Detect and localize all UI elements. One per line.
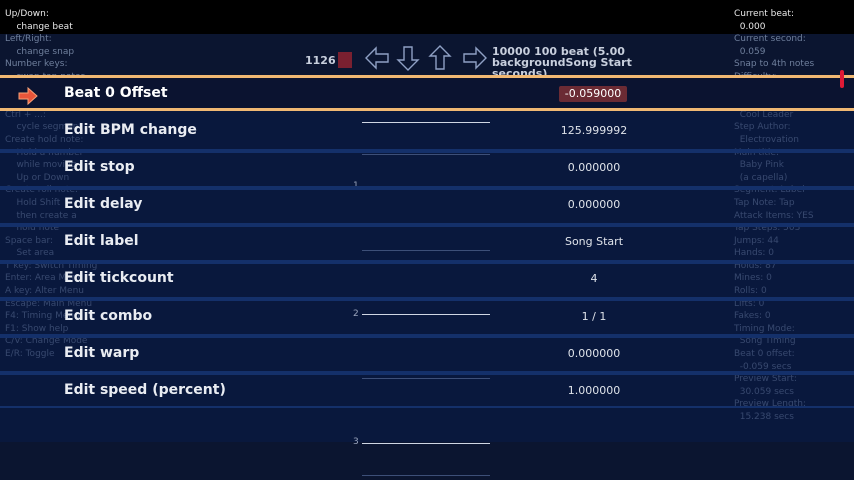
top-bar [0,0,854,34]
help-right-line: 0.000 [734,21,766,32]
menu-row-edit-stop[interactable]: Edit stop 0.000000 [0,149,854,186]
help-left-line: change snap [5,46,75,57]
help-right-line: Current second: [734,34,806,45]
menu-row-label: Edit stop [64,159,135,175]
help-left-line: Left/Right: [5,34,52,45]
menu-row-value: 4 [590,272,598,285]
menu-row-value: -0.059000 [564,87,622,100]
help-left-line: Number keys: [5,59,68,70]
left-arrow-icon [365,46,389,70]
menu-row-edit-delay[interactable]: Edit delay 0.000000 [0,186,854,223]
menu-row-value: 0.000000 [567,161,621,174]
menu-row-edit-speed-percent[interactable]: Edit speed (percent) 1.000000 [0,372,854,409]
menu-row-value: 0.000000 [567,347,621,360]
help-right-line: Current beat: [734,9,794,19]
beat-line [362,475,490,476]
menu-row-label: Edit combo [64,308,153,324]
menu-row-value: 125.999992 [560,124,628,137]
menu-row-label: Edit label [64,233,139,249]
beat-line [362,443,490,444]
menu-row-value-highlight: -0.059000 [559,86,627,102]
menu-row-value: Song Start [564,235,624,248]
down-arrow-icon [396,46,420,71]
help-right-line: Snap to 4th notes [734,59,815,70]
menu-row-edit-label[interactable]: Edit label Song Start [0,223,854,260]
menu-row-value: 1.000000 [567,384,621,397]
help-left-line: change beat [5,21,73,32]
measure-number: 1126 [305,54,336,67]
up-arrow-icon [428,45,452,70]
menu-row-label: Beat 0 Offset [64,85,168,101]
menu-row-edit-bpm-change[interactable]: Edit BPM change 125.999992 [0,112,854,149]
menu-row-edit-warp[interactable]: Edit warp 0.000000 [0,335,854,372]
beat-label: 3 [353,437,359,447]
menu-row-edit-combo[interactable]: Edit combo 1 / 1 [0,298,854,335]
help-right-line: 0.059 [734,46,766,57]
menu-row-label: Edit delay [64,196,143,212]
menu-row-label: Edit BPM change [64,122,197,138]
selection-bottom-border [0,108,854,111]
receptor-row [365,45,487,71]
menu-row-edit-tickcount[interactable]: Edit tickcount 4 [0,260,854,297]
right-arrow-icon [18,86,38,106]
menu-row-label: Edit warp [64,345,140,361]
menu-row-beat-0-offset[interactable]: Beat 0 Offset -0.059000 [0,78,854,108]
help-left-line: Up/Down: [5,9,49,19]
menu-scrollbar[interactable] [840,70,844,88]
selection-marker [338,52,352,68]
right-arrow-icon [463,46,487,70]
menu-row-label: Edit tickcount [64,270,174,286]
menu-row-value: 0.000000 [567,198,621,211]
menu-row-value: 1 / 1 [581,310,607,323]
menu-row-label: Edit speed (percent) [64,382,226,398]
